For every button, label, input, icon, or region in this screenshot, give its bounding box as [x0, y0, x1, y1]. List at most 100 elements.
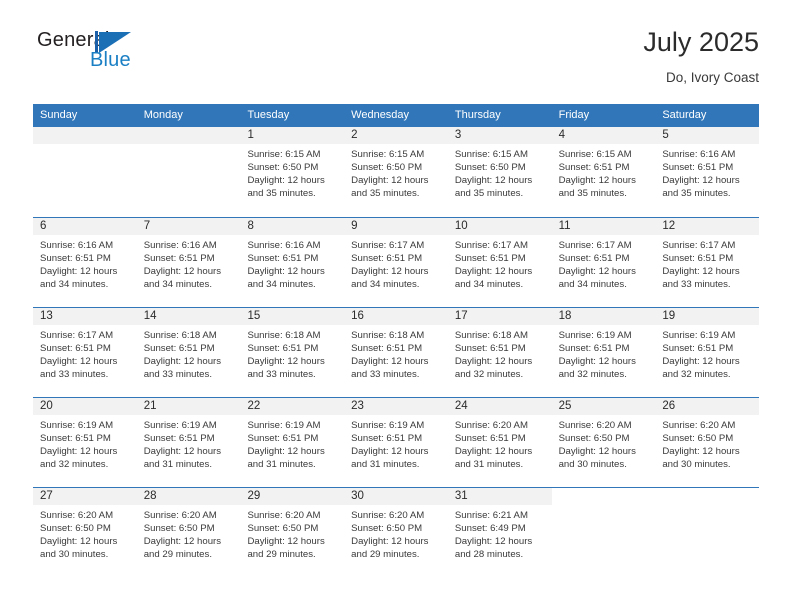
sunset-time: Sunset: 6:51 PM: [351, 253, 423, 265]
daylight-duration-line2: and 35 minutes.: [662, 188, 731, 200]
calendar-day-cell[interactable]: 25 Sunrise: 6:20 AM Sunset: 6:50 PM Dayligh…: [551, 398, 656, 488]
title-block: July 2025 Do, Ivory Coast: [643, 27, 759, 85]
calendar-day-empty: [551, 488, 656, 578]
calendar-day-cell[interactable]: 2 Sunrise: 6:15 AM Sunset: 6:50 PM Daylight…: [344, 127, 448, 218]
sunset-time: Sunset: 6:50 PM: [247, 162, 319, 174]
sunrise-time: Sunrise: 6:17 AM: [351, 240, 425, 252]
calendar-day-cell[interactable]: 13 Sunrise: 6:17 AM Sunset: 6:51 PM Dayligh…: [33, 308, 137, 398]
daylight-duration-line1: Daylight: 12 hours: [558, 266, 636, 278]
day-number: 14: [136, 308, 241, 326]
calendar-day-cell[interactable]: 12 Sunrise: 6:17 AM Sunset: 6:51 PM Dayligh…: [655, 218, 760, 308]
weekday-header-sunday: Sunday: [40, 109, 78, 121]
calendar-week-row: 20 Sunrise: 6:19 AM Sunset: 6:51 PM Dayligh…: [33, 397, 760, 488]
day-number: 19: [655, 308, 760, 326]
daylight-duration-line1: Daylight: 12 hours: [454, 175, 533, 187]
daylight-duration-line1: Daylight: 12 hours: [143, 536, 222, 548]
sunrise-time: Sunrise: 6:17 AM: [454, 240, 528, 252]
daylight-duration-line2: and 35 minutes.: [454, 188, 524, 200]
day-number: [136, 127, 241, 145]
day-sun-info: Sunrise: 6:15 AM Sunset: 6:51 PM Daylight:…: [552, 144, 656, 200]
daylight-duration-line1: Daylight: 12 hours: [662, 356, 740, 368]
calendar-day-cell[interactable]: 16 Sunrise: 6:18 AM Sunset: 6:51 PM Dayligh…: [344, 308, 448, 398]
sunset-time: Sunset: 6:51 PM: [454, 433, 526, 445]
calendar-day-cell[interactable]: 19 Sunrise: 6:19 AM Sunset: 6:51 PM Dayligh…: [655, 308, 760, 398]
day-number: 10: [447, 218, 552, 236]
calendar-day-cell[interactable]: 5 Sunrise: 6:16 AM Sunset: 6:51 PM Daylight…: [655, 127, 760, 218]
calendar-day-cell[interactable]: 4 Sunrise: 6:15 AM Sunset: 6:51 PM Daylight…: [551, 127, 656, 218]
calendar-day-cell[interactable]: 8 Sunrise: 6:16 AM Sunset: 6:51 PM Daylight…: [240, 218, 345, 308]
calendar-day-cell[interactable]: 27 Sunrise: 6:20 AM Sunset: 6:50 PM Dayligh…: [33, 488, 137, 578]
day-number: 16: [344, 308, 448, 326]
calendar-day-cell[interactable]: 11 Sunrise: 6:17 AM Sunset: 6:51 PM Dayligh…: [551, 218, 656, 308]
sunrise-time: Sunrise: 6:19 AM: [351, 420, 425, 432]
day-number: 9: [344, 218, 448, 236]
sunset-time: Sunset: 6:51 PM: [454, 253, 526, 265]
calendar-day-cell[interactable]: 17 Sunrise: 6:18 AM Sunset: 6:51 PM Dayligh…: [447, 308, 552, 398]
sunset-time: Sunset: 6:51 PM: [143, 433, 215, 445]
calendar-day-empty: [136, 127, 241, 218]
day-sun-info: Sunrise: 6:20 AM Sunset: 6:50 PM Daylight:…: [344, 505, 448, 561]
general-blue-logo[interactable]: General Blue: [33, 28, 173, 84]
calendar-day-cell[interactable]: 1 Sunrise: 6:15 AM Sunset: 6:50 PM Daylight…: [240, 127, 345, 218]
sunrise-time: Sunrise: 6:20 AM: [40, 510, 114, 522]
calendar-day-cell[interactable]: 20 Sunrise: 6:19 AM Sunset: 6:51 PM Dayligh…: [33, 398, 137, 488]
daylight-duration-line2: and 34 minutes.: [454, 279, 524, 291]
calendar-day-cell[interactable]: 9 Sunrise: 6:17 AM Sunset: 6:51 PM Daylight…: [344, 218, 448, 308]
sunset-time: Sunset: 6:51 PM: [40, 253, 111, 265]
sunset-time: Sunset: 6:50 PM: [247, 523, 319, 535]
day-number: [655, 488, 759, 505]
page-subtitle: Do, Ivory Coast: [665, 69, 759, 85]
calendar-day-cell[interactable]: 31 Sunrise: 6:21 AM Sunset: 6:49 PM Dayligh…: [447, 488, 552, 578]
calendar-day-cell[interactable]: 18 Sunrise: 6:19 AM Sunset: 6:51 PM Dayligh…: [551, 308, 656, 398]
daylight-duration-line1: Daylight: 12 hours: [40, 536, 118, 548]
daylight-duration-line2: and 32 minutes.: [40, 459, 109, 471]
day-number: 6: [33, 218, 137, 236]
daylight-duration-line2: and 33 minutes.: [662, 279, 731, 291]
day-number: 18: [551, 308, 656, 326]
sunset-time: Sunset: 6:51 PM: [247, 343, 319, 355]
calendar-day-cell[interactable]: 7 Sunrise: 6:16 AM Sunset: 6:51 PM Daylight…: [136, 218, 241, 308]
calendar-day-cell[interactable]: 10 Sunrise: 6:17 AM Sunset: 6:51 PM Dayligh…: [447, 218, 552, 308]
calendar-day-cell[interactable]: 22 Sunrise: 6:19 AM Sunset: 6:51 PM Dayligh…: [240, 398, 345, 488]
calendar-day-cell[interactable]: 23 Sunrise: 6:19 AM Sunset: 6:51 PM Dayligh…: [344, 398, 448, 488]
calendar-day-cell[interactable]: 26 Sunrise: 6:20 AM Sunset: 6:50 PM Dayligh…: [655, 398, 760, 488]
day-number: 13: [33, 308, 137, 326]
calendar-day-cell[interactable]: 14 Sunrise: 6:18 AM Sunset: 6:51 PM Dayligh…: [136, 308, 241, 398]
calendar-day-cell[interactable]: 29 Sunrise: 6:20 AM Sunset: 6:50 PM Dayligh…: [240, 488, 345, 578]
calendar-day-cell[interactable]: 15 Sunrise: 6:18 AM Sunset: 6:51 PM Dayligh…: [240, 308, 345, 398]
day-sun-info: Sunrise: 6:18 AM Sunset: 6:51 PM Daylight:…: [240, 325, 344, 381]
calendar-day-empty: [33, 127, 137, 218]
day-sun-info: Sunrise: 6:19 AM Sunset: 6:51 PM Daylight:…: [552, 325, 656, 381]
sunrise-time: Sunrise: 6:17 AM: [662, 240, 736, 252]
calendar-day-cell[interactable]: 30 Sunrise: 6:20 AM Sunset: 6:50 PM Dayligh…: [344, 488, 448, 578]
calendar-day-cell[interactable]: 28 Sunrise: 6:20 AM Sunset: 6:50 PM Dayligh…: [136, 488, 241, 578]
sunrise-time: Sunrise: 6:15 AM: [454, 149, 528, 161]
day-sun-info: Sunrise: 6:15 AM Sunset: 6:50 PM Daylight:…: [240, 144, 344, 200]
day-number: 17: [447, 308, 552, 326]
day-number: 8: [240, 218, 345, 236]
weekday-header-tuesday: Tuesday: [247, 109, 290, 121]
daylight-duration-line2: and 32 minutes.: [662, 369, 731, 381]
calendar-day-empty: [655, 488, 760, 578]
daylight-duration-line1: Daylight: 12 hours: [454, 266, 533, 278]
weekday-header-saturday: Saturday: [662, 109, 707, 121]
calendar-day-cell[interactable]: 21 Sunrise: 6:19 AM Sunset: 6:51 PM Dayligh…: [136, 398, 241, 488]
day-sun-info: Sunrise: 6:17 AM Sunset: 6:51 PM Daylight:…: [552, 235, 656, 291]
daylight-duration-line2: and 34 minutes.: [143, 279, 212, 291]
day-sun-info: Sunrise: 6:15 AM Sunset: 6:50 PM Daylight:…: [344, 144, 448, 200]
day-sun-info: Sunrise: 6:19 AM Sunset: 6:51 PM Daylight:…: [240, 415, 344, 471]
sunrise-time: Sunrise: 6:20 AM: [247, 510, 321, 522]
calendar-day-cell[interactable]: 3 Sunrise: 6:15 AM Sunset: 6:50 PM Daylight…: [447, 127, 552, 218]
sunrise-time: Sunrise: 6:19 AM: [143, 420, 217, 432]
daylight-duration-line2: and 30 minutes.: [40, 549, 109, 561]
calendar-day-cell[interactable]: 6 Sunrise: 6:16 AM Sunset: 6:51 PM Daylight…: [33, 218, 137, 308]
daylight-duration-line2: and 33 minutes.: [351, 369, 420, 381]
sunset-time: Sunset: 6:50 PM: [662, 433, 734, 445]
day-sun-info: Sunrise: 6:20 AM Sunset: 6:50 PM Daylight:…: [33, 505, 137, 561]
daylight-duration-line1: Daylight: 12 hours: [143, 266, 222, 278]
daylight-duration-line1: Daylight: 12 hours: [454, 356, 533, 368]
day-sun-info: Sunrise: 6:19 AM Sunset: 6:51 PM Daylight:…: [655, 325, 759, 381]
sunrise-time: Sunrise: 6:15 AM: [351, 149, 425, 161]
sunrise-time: Sunrise: 6:17 AM: [558, 240, 632, 252]
calendar-day-cell[interactable]: 24 Sunrise: 6:20 AM Sunset: 6:51 PM Dayligh…: [447, 398, 552, 488]
